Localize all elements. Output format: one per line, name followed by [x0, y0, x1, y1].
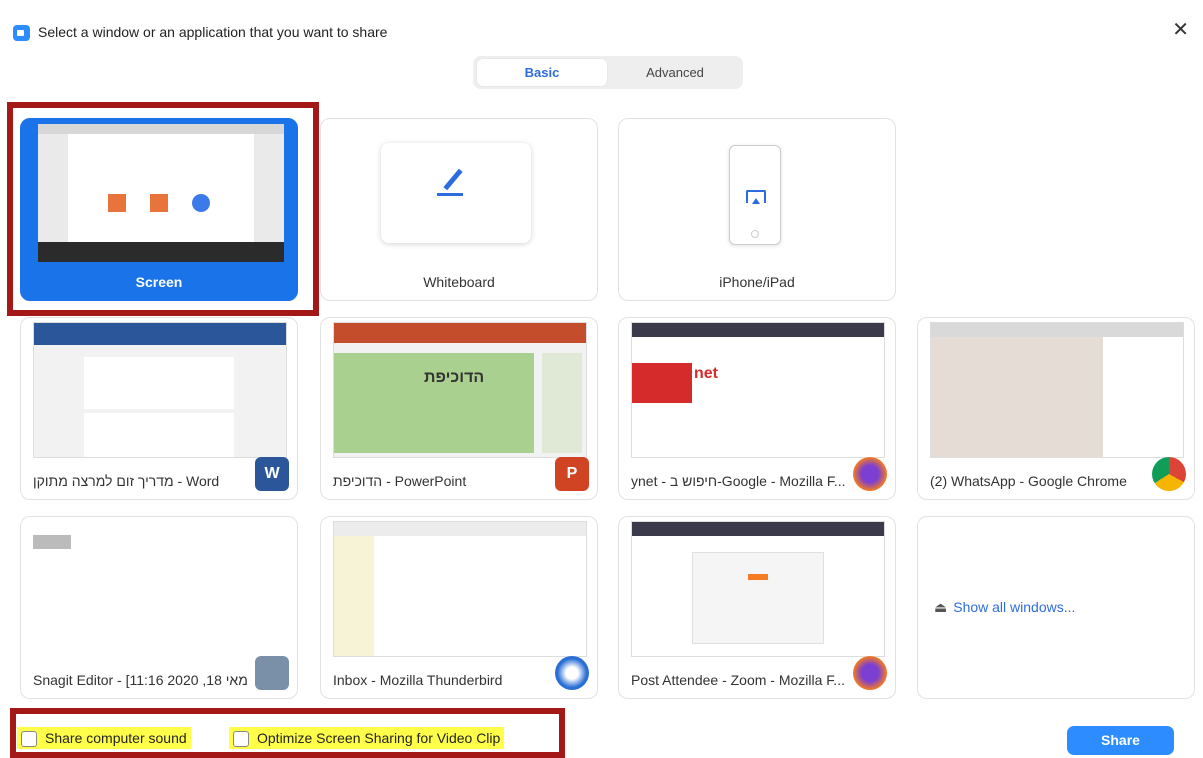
- whatsapp-thumbnail: [930, 322, 1184, 458]
- tab-basic[interactable]: Basic: [477, 59, 607, 86]
- share-option-whiteboard[interactable]: Whiteboard: [320, 118, 598, 301]
- checkbox-box[interactable]: [233, 731, 249, 748]
- share-button[interactable]: Share: [1067, 726, 1174, 755]
- thunderbird-label: Inbox - Mozilla Thunderbird: [333, 672, 503, 688]
- annotation-box-screen: [7, 102, 319, 316]
- share-option-powerpoint[interactable]: הדוכיפת הדוכיפת - PowerPoint P: [320, 317, 598, 500]
- word-thumbnail: [33, 322, 287, 458]
- share-mode-tabs: Basic Advanced: [473, 56, 743, 89]
- show-all-windows-link[interactable]: ⏏ Show all windows...: [934, 599, 1075, 616]
- share-option-firefox-ynet[interactable]: net ynet - חיפוש ב-Google - Mozilla F...: [618, 317, 896, 500]
- whatsapp-label: (2) WhatsApp - Google Chrome: [930, 473, 1127, 489]
- powerpoint-label: הדוכיפת - PowerPoint: [333, 473, 467, 489]
- close-icon[interactable]: ✕: [1172, 20, 1189, 40]
- zoom-post-thumbnail: [631, 521, 885, 657]
- windows-stack-icon: ⏏: [934, 599, 948, 615]
- powerpoint-icon: P: [555, 457, 589, 491]
- zoom-app-icon: [13, 25, 30, 41]
- zoom-post-label: Post Attendee - Zoom - Mozilla F...: [631, 672, 845, 688]
- firefox-icon: [853, 656, 887, 690]
- ynet-logo-text: net: [694, 365, 718, 382]
- share-option-snagit[interactable]: Snagit Editor - [11:16 2020 ,18 מאי...: [20, 516, 298, 699]
- firefox-ynet-label: ynet - חיפוש ב-Google - Mozilla F...: [631, 473, 845, 489]
- tab-advanced[interactable]: Advanced: [611, 59, 739, 86]
- firefox-ynet-thumbnail: net: [631, 322, 885, 458]
- share-option-word[interactable]: מדריך זום למרצה מתוקן - Word W: [20, 317, 298, 500]
- share-option-iphone[interactable]: iPhone/iPad: [618, 118, 896, 301]
- whiteboard-thumbnail: [381, 143, 531, 243]
- share-option-thunderbird[interactable]: Inbox - Mozilla Thunderbird: [320, 516, 598, 699]
- checkbox-box[interactable]: [21, 731, 37, 748]
- share-option-show-all[interactable]: ⏏ Show all windows...: [917, 516, 1195, 699]
- window-title: Select a window or an application that y…: [38, 24, 388, 40]
- iphone-label: iPhone/iPad: [719, 274, 795, 290]
- phone-thumbnail: [729, 145, 781, 245]
- share-option-whatsapp[interactable]: (2) WhatsApp - Google Chrome: [917, 317, 1195, 500]
- pencil-icon: [443, 168, 463, 191]
- ppt-slide-title: הדוכיפת: [424, 369, 485, 386]
- snagit-label: Snagit Editor - [11:16 2020 ,18 מאי...: [33, 672, 247, 688]
- firefox-icon: [853, 457, 887, 491]
- airplay-icon: [746, 190, 766, 204]
- thunderbird-thumbnail: [333, 521, 587, 657]
- chrome-icon: [1152, 457, 1186, 491]
- share-option-zoom-post[interactable]: Post Attendee - Zoom - Mozilla F...: [618, 516, 896, 699]
- thunderbird-icon: [555, 656, 589, 690]
- whiteboard-label: Whiteboard: [423, 274, 495, 290]
- word-icon: W: [255, 457, 289, 491]
- word-label: מדריך זום למרצה מתוקן - Word: [33, 473, 220, 489]
- powerpoint-thumbnail: הדוכיפת: [333, 322, 587, 458]
- snagit-thumbnail: [33, 521, 285, 655]
- snagit-icon: [255, 656, 289, 690]
- show-all-label: Show all windows...: [953, 599, 1076, 615]
- title-bar: Select a window or an application that y…: [0, 0, 1203, 41]
- optimize-video-checkbox[interactable]: Optimize Screen Sharing for Video Clip: [229, 727, 505, 749]
- share-computer-sound-checkbox[interactable]: Share computer sound: [17, 727, 191, 749]
